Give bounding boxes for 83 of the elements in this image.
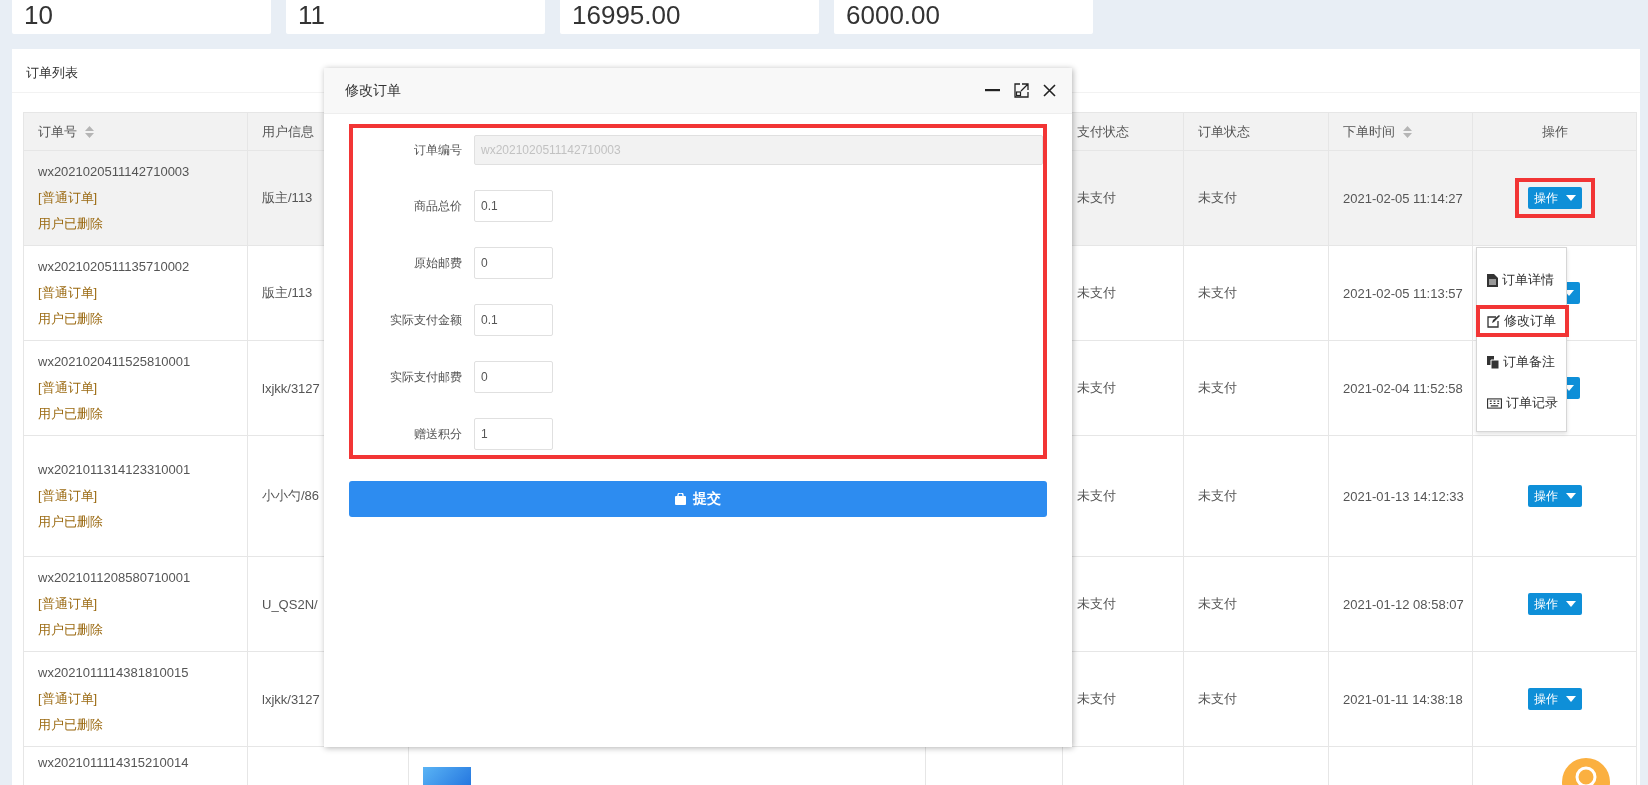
action-button[interactable]: 操作 — [1527, 485, 1582, 507]
order-status: 未支付 — [1198, 691, 1237, 706]
order-time: 2021-02-04 11:52:58 — [1343, 380, 1463, 396]
input-field[interactable]: 0.1 — [474, 190, 553, 222]
order-type-tag: [普通订单] — [38, 185, 98, 211]
menu-item[interactable]: 订单详情 — [1476, 264, 1569, 296]
input-field[interactable]: 0.1 — [474, 304, 553, 336]
order-number: wx2021020511142710003 — [38, 163, 190, 181]
menu-item[interactable]: 订单备注 — [1476, 346, 1569, 378]
order-type-tag: [普通订单] — [38, 280, 98, 306]
stat-value: 16995.00 — [560, 0, 819, 34]
payment-status: 未支付 — [1077, 691, 1116, 706]
user-status: 用户已删除 — [38, 621, 103, 639]
user-status: 用户已删除 — [38, 513, 103, 531]
caret-icon — [1565, 601, 1576, 607]
field-label: 实际支付金额 — [389, 311, 462, 329]
column-header: 用户信息 — [262, 122, 314, 141]
user-info: 版主/113 — [262, 190, 313, 205]
user-info: U_QS2N/ — [262, 596, 318, 612]
action-button[interactable]: 操作 — [1527, 187, 1582, 209]
field-label: 原始邮费 — [413, 254, 462, 272]
menu-item[interactable]: 修改订单 — [1476, 305, 1569, 337]
caret-icon — [1565, 696, 1576, 702]
user-status: 用户已删除 — [38, 215, 103, 233]
order-number: wx2021020511135710002 — [38, 258, 190, 276]
column-header[interactable]: 订单号 — [38, 122, 94, 141]
order-type-tag: [普通订单] — [38, 375, 98, 401]
column-header: 订单状态 — [1198, 122, 1250, 141]
stat-value: 11 — [286, 0, 545, 34]
menu-item[interactable]: 订单记录 — [1476, 387, 1569, 419]
payment-status: 未支付 — [1077, 488, 1116, 503]
user-status: 用户已删除 — [38, 405, 103, 423]
order-time: 2021-01-11 14:38:18 — [1343, 691, 1463, 707]
user-status: 用户已删除 — [38, 310, 103, 328]
user-info: lxjkk/3127 — [262, 380, 320, 396]
stat-value: 10 — [12, 0, 271, 34]
order-number: wx2021011114381810015 — [38, 664, 189, 682]
order-time: 2021-02-05 11:14:27 — [1343, 190, 1463, 206]
order-number: wx2021011208580710001 — [38, 569, 191, 587]
edit-icon — [1487, 314, 1500, 328]
user-status: 用户已删除 — [38, 716, 103, 734]
order-number: wx2021011314123310001 — [38, 461, 191, 479]
document-icon — [1487, 273, 1498, 287]
input-field[interactable]: 0 — [474, 247, 553, 279]
bag-icon — [675, 493, 686, 505]
user-info: 版主/113 — [262, 285, 313, 300]
copy-icon — [1487, 355, 1499, 369]
caret-icon — [1565, 493, 1576, 499]
close-icon[interactable] — [1043, 84, 1056, 97]
order-status: 未支付 — [1198, 596, 1237, 611]
user-info: 小小勺/86 — [262, 488, 320, 503]
field-label: 商品总价 — [413, 197, 462, 215]
stat-value: 6000.00 — [834, 0, 1093, 34]
action-button[interactable]: 操作 — [1527, 688, 1582, 710]
payment-status: 未支付 — [1077, 380, 1116, 395]
order-number: wx2021020411525810001 — [38, 353, 191, 371]
column-header: 操作 — [1541, 122, 1568, 141]
user-info: lxjkk/3127 — [262, 691, 320, 707]
input-field[interactable]: 1 — [474, 418, 553, 450]
payment-status: 未支付 — [1077, 190, 1116, 205]
field-label: 实际支付邮费 — [389, 368, 462, 386]
order-status: 未支付 — [1198, 285, 1237, 300]
order-type-tag: [普通订单] — [38, 686, 98, 712]
order-time: 2021-01-12 08:58:07 — [1343, 596, 1464, 612]
payment-status: 未支付 — [1077, 285, 1116, 300]
field-label: 订单编号 — [413, 141, 462, 159]
minimize-icon[interactable] — [985, 89, 1000, 92]
field-label: 赠送积分 — [413, 425, 462, 443]
order-status: 未支付 — [1198, 380, 1237, 395]
maximize-icon[interactable] — [1014, 83, 1029, 98]
order-status: 未支付 — [1198, 190, 1237, 205]
action-button[interactable]: 操作 — [1527, 593, 1582, 615]
order-time: 2021-02-05 11:13:57 — [1343, 285, 1463, 301]
input-field[interactable]: 0 — [474, 361, 553, 393]
order-status: 未支付 — [1198, 488, 1237, 503]
caret-icon — [1565, 195, 1576, 201]
keyboard-icon — [1487, 397, 1502, 409]
order-type-tag: [普通订单] — [38, 483, 98, 509]
payment-status: 未支付 — [1077, 596, 1116, 611]
column-header: 支付状态 — [1077, 122, 1129, 141]
order-number: wx2021011114315210014 — [38, 754, 189, 772]
order-type-tag: [普通订单] — [38, 591, 98, 617]
order-time: 2021-01-13 14:12:33 — [1343, 488, 1464, 504]
